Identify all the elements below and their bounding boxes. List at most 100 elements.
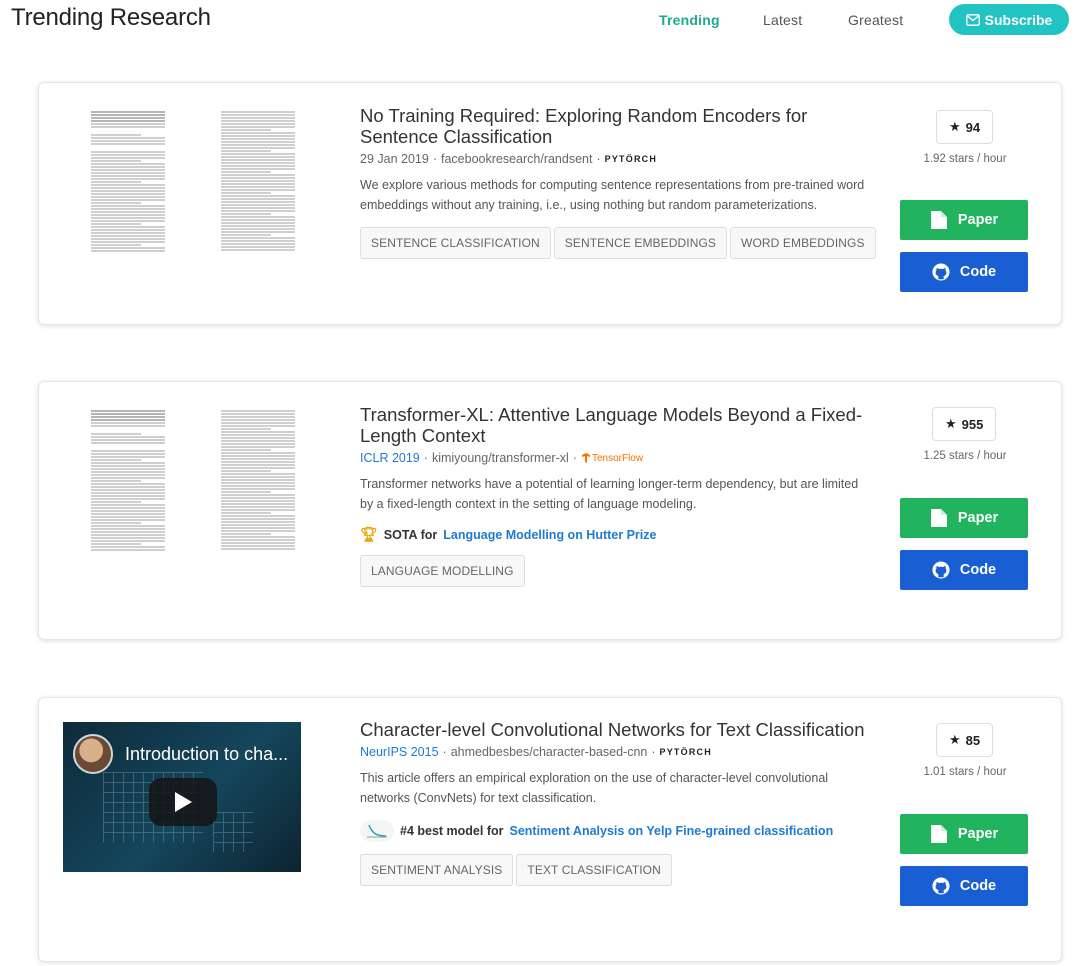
text-line [91, 519, 165, 521]
paper-abstract: We explore various methods for computing… [360, 178, 865, 212]
text-line [91, 522, 141, 524]
text-line [91, 442, 165, 444]
repo-link[interactable]: facebookresearch/randsent [441, 152, 592, 166]
repo-link[interactable]: ahmedbesbes/character-based-cnn [451, 745, 648, 759]
text-line [91, 244, 141, 246]
paper-meta: 29 Jan 2019 · facebookresearch/randsent … [360, 152, 658, 166]
text-line [221, 156, 295, 158]
text-line [91, 250, 165, 252]
nav-trending[interactable]: Trending [659, 12, 720, 28]
paper-title[interactable]: Transformer-XL: Attentive Language Model… [360, 404, 870, 446]
text-line [91, 425, 165, 427]
paper-button[interactable]: Paper [900, 814, 1028, 854]
repo-link[interactable]: kimiyoung/transformer-xl [432, 451, 569, 465]
text-line [91, 546, 165, 548]
play-button[interactable] [149, 778, 217, 826]
video-thumbnail[interactable]: Introduction to cha... [63, 722, 301, 872]
text-line [91, 114, 165, 116]
task-tag[interactable]: SENTENCE CLASSIFICATION [360, 227, 551, 259]
text-line [221, 243, 295, 245]
text-line [221, 515, 295, 517]
nav-latest[interactable]: Latest [763, 12, 802, 28]
text-line [221, 485, 295, 487]
paper-button[interactable]: Paper [900, 200, 1028, 240]
text-line [91, 184, 165, 186]
conference-link[interactable]: NeurIPS 2015 [360, 745, 439, 759]
paper-page-preview [85, 406, 171, 556]
stars-button[interactable]: ★ 94 [936, 110, 994, 144]
code-button[interactable]: Code [900, 866, 1028, 906]
text-line [221, 165, 295, 167]
text-line [221, 479, 295, 481]
trophy-icon: 🏆︎ [360, 526, 378, 542]
text-line [221, 246, 295, 248]
play-icon [175, 792, 192, 812]
text-line [91, 229, 165, 231]
text-line [221, 425, 295, 427]
text-line [221, 530, 295, 532]
text-line [221, 222, 295, 224]
paper-title[interactable]: No Training Required: Exploring Random E… [360, 105, 870, 147]
text-line [91, 416, 165, 418]
text-line [221, 443, 295, 445]
task-tag[interactable]: SENTIMENT ANALYSIS [360, 854, 514, 886]
paper-page-preview [215, 107, 301, 257]
text-line [221, 470, 271, 472]
task-tag[interactable]: TEXT CLASSIFICATION [516, 854, 672, 886]
conference-link[interactable]: ICLR 2019 [360, 451, 420, 465]
subscribe-button[interactable]: Subscribe [949, 4, 1069, 35]
text-line [91, 510, 165, 512]
code-button[interactable]: Code [900, 252, 1028, 292]
text-line [91, 172, 165, 174]
text-line [221, 518, 295, 520]
paper-thumbnail[interactable] [63, 406, 301, 556]
text-line [91, 181, 141, 183]
text-line [221, 192, 271, 194]
text-line [221, 416, 295, 418]
text-line [91, 154, 165, 156]
text-line [91, 436, 165, 438]
paper-button[interactable]: Paper [900, 498, 1028, 538]
text-line [221, 476, 295, 478]
sota-prefix: SOTA for [383, 527, 438, 542]
text-line [91, 169, 165, 171]
sota-prefix: #4 best model for [400, 824, 504, 838]
code-button[interactable]: Code [900, 550, 1028, 590]
text-line [91, 226, 165, 228]
stars-count: 955 [961, 416, 984, 432]
video-title: Introduction to cha... [125, 744, 289, 764]
task-tag[interactable]: WORD EMBEDDINGS [730, 227, 876, 259]
stars-rate: 1.01 stars / hour [923, 766, 1007, 778]
text-line [221, 422, 295, 424]
stars-rate: 1.25 stars / hour [923, 450, 1007, 462]
text-line [221, 210, 295, 212]
task-tag[interactable]: SENTENCE EMBEDDINGS [553, 227, 728, 259]
stars-button[interactable]: ★ 85 [936, 723, 994, 757]
paper-title[interactable]: Character-level Convolutional Networks f… [360, 719, 870, 740]
sota-badge: 🏆︎ SOTA for Language Modelling on Hutter… [360, 526, 870, 543]
sota-task-link[interactable]: Sentiment Analysis on Yelp Fine-grained … [510, 824, 834, 838]
text-line [91, 471, 165, 473]
text-line [91, 232, 165, 234]
text-line [221, 183, 295, 185]
task-tag[interactable]: LANGUAGE MODELLING [360, 555, 525, 587]
text-line [91, 413, 165, 415]
text-line [91, 117, 165, 119]
star-icon: ★ [949, 119, 961, 134]
text-line [221, 497, 295, 499]
text-line [221, 533, 271, 535]
text-line [91, 217, 165, 219]
document-icon [930, 825, 947, 843]
text-line [221, 174, 295, 176]
text-line [91, 163, 165, 165]
sota-task-link[interactable]: Language Modelling on Hutter Prize [443, 528, 656, 542]
text-line [91, 193, 165, 195]
paper-info: Character-level Convolutional Networks f… [360, 719, 870, 886]
paper-meta: ICLR 2019 · kimiyoung/transformer-xl · T… [360, 451, 644, 465]
nav-greatest[interactable]: Greatest [848, 12, 903, 28]
paper-thumbnail[interactable] [63, 107, 301, 257]
stars-button[interactable]: ★ 955 [932, 407, 997, 441]
sota-badge: #4 best model for Sentiment Analysis on … [360, 820, 870, 842]
text-line [221, 141, 295, 143]
text-line [221, 467, 295, 469]
